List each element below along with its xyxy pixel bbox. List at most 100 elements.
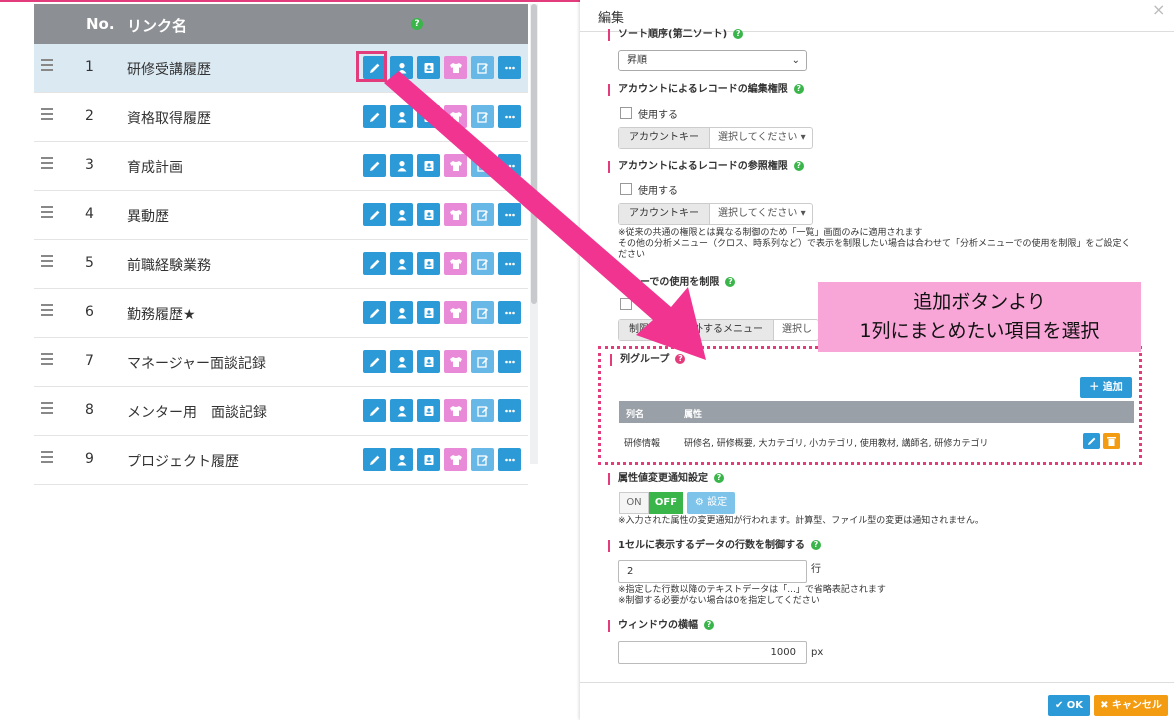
close-icon[interactable]: ×: [1152, 0, 1165, 19]
toggle-on[interactable]: ON: [619, 492, 649, 514]
menu-limit-select-value[interactable]: 選択し: [774, 320, 818, 340]
id-card-icon[interactable]: [417, 252, 440, 275]
table-row[interactable]: 5 前職経験業務: [34, 240, 528, 289]
drag-handle-icon[interactable]: [41, 157, 53, 172]
drag-handle-icon[interactable]: [41, 451, 53, 466]
id-card-icon[interactable]: [417, 56, 440, 79]
notify-settings-button[interactable]: ⚙ 設定: [687, 492, 735, 514]
id-card-icon[interactable]: [417, 105, 440, 128]
shirt-icon[interactable]: [444, 203, 467, 226]
table-row[interactable]: 7 マネージャー面談記録: [34, 338, 528, 387]
menu-limit-select[interactable]: 制限の対 外するメニュー 選択し: [618, 319, 819, 341]
menu-limit-checkbox[interactable]: [620, 298, 638, 312]
drag-handle-icon[interactable]: [41, 304, 53, 319]
edit-note-icon[interactable]: [471, 399, 494, 422]
account-key-select[interactable]: 選択してください ▾: [710, 204, 812, 224]
checkbox-box[interactable]: [620, 183, 632, 195]
toggle-off[interactable]: OFF: [649, 492, 683, 514]
edit-note-icon[interactable]: [471, 350, 494, 373]
edit-note-icon[interactable]: [471, 448, 494, 471]
drag-handle-icon[interactable]: [41, 206, 53, 221]
edit-icon[interactable]: [363, 448, 386, 471]
edit-note-icon[interactable]: [471, 203, 494, 226]
user-icon[interactable]: [390, 301, 413, 324]
edit-icon[interactable]: [363, 350, 386, 373]
notify-toggle[interactable]: ON OFF ⚙ 設定: [619, 492, 735, 514]
id-card-icon[interactable]: [417, 203, 440, 226]
table-row[interactable]: 8 メンター用 面談記録: [34, 387, 528, 436]
id-card-icon[interactable]: [417, 350, 440, 373]
more-icon[interactable]: [498, 350, 521, 373]
edit-icon[interactable]: [363, 399, 386, 422]
sort-order-select[interactable]: 昇順 ⌄: [618, 50, 807, 71]
id-card-icon[interactable]: [417, 301, 440, 324]
row-limit-input[interactable]: 2: [618, 560, 807, 583]
more-icon[interactable]: [498, 301, 521, 324]
id-card-icon[interactable]: [417, 448, 440, 471]
cancel-button[interactable]: ✖ キャンセル: [1094, 695, 1168, 716]
account-key-select[interactable]: 選択してください ▾: [710, 128, 812, 148]
help-icon[interactable]: ?: [411, 18, 423, 30]
user-icon[interactable]: [390, 203, 413, 226]
shirt-icon[interactable]: [444, 56, 467, 79]
view-perm-key-select[interactable]: アカウントキー 選択してください ▾: [618, 203, 813, 225]
shirt-icon[interactable]: [444, 154, 467, 177]
user-icon[interactable]: [390, 56, 413, 79]
edit-icon[interactable]: [363, 154, 386, 177]
shirt-icon[interactable]: [444, 301, 467, 324]
account-key-label: アカウントキー: [619, 204, 710, 224]
user-icon[interactable]: [390, 105, 413, 128]
table-row[interactable]: 9 プロジェクト履歴: [34, 436, 528, 485]
table-row[interactable]: 2 資格取得履歴: [34, 93, 528, 142]
add-button[interactable]: ＋ 追加: [1080, 377, 1132, 398]
view-perm-checkbox[interactable]: 使用する: [620, 182, 678, 197]
shirt-icon[interactable]: [444, 399, 467, 422]
edit-note-icon[interactable]: [471, 301, 494, 324]
drag-handle-icon[interactable]: [41, 255, 53, 270]
edit-icon[interactable]: [363, 252, 386, 275]
id-card-icon[interactable]: [417, 399, 440, 422]
edit-note-icon[interactable]: [471, 105, 494, 128]
user-icon[interactable]: [390, 399, 413, 422]
more-icon[interactable]: [498, 154, 521, 177]
shirt-icon[interactable]: [444, 448, 467, 471]
trash-icon[interactable]: [1103, 433, 1120, 449]
drag-handle-icon[interactable]: [41, 353, 53, 368]
table-row[interactable]: 3 育成計画: [34, 142, 528, 191]
user-icon[interactable]: [390, 448, 413, 471]
edit-perm-key-select[interactable]: アカウントキー 選択してください ▾: [618, 127, 813, 149]
checkbox-box[interactable]: [620, 107, 632, 119]
edit-icon[interactable]: [1083, 433, 1100, 449]
edit-note-icon[interactable]: [471, 252, 494, 275]
table-row[interactable]: 6 勤務履歴★: [34, 289, 528, 338]
user-icon[interactable]: [390, 252, 413, 275]
scrollbar-thumb[interactable]: [531, 4, 537, 304]
more-icon[interactable]: [498, 203, 521, 226]
shirt-icon[interactable]: [444, 350, 467, 373]
checkbox-box[interactable]: [620, 298, 632, 310]
user-icon[interactable]: [390, 350, 413, 373]
more-icon[interactable]: [498, 448, 521, 471]
shirt-icon[interactable]: [444, 105, 467, 128]
window-width-input[interactable]: 1000: [618, 641, 807, 664]
drag-handle-icon[interactable]: [41, 402, 53, 417]
edit-icon[interactable]: [363, 301, 386, 324]
more-icon[interactable]: [498, 56, 521, 79]
edit-icon[interactable]: [363, 105, 386, 128]
more-icon[interactable]: [498, 399, 521, 422]
more-icon[interactable]: [498, 105, 521, 128]
drag-handle-icon[interactable]: [41, 59, 53, 74]
table-scrollbar[interactable]: [530, 4, 538, 464]
table-row[interactable]: 4 異動歴: [34, 191, 528, 240]
ok-button[interactable]: ✔ OK: [1048, 695, 1090, 716]
more-icon[interactable]: [498, 252, 521, 275]
edit-note-icon[interactable]: [471, 56, 494, 79]
user-icon[interactable]: [390, 154, 413, 177]
drag-handle-icon[interactable]: [41, 108, 53, 123]
edit-icon[interactable]: [363, 203, 386, 226]
shirt-icon[interactable]: [444, 252, 467, 275]
edit-note-icon[interactable]: [471, 154, 494, 177]
id-card-icon[interactable]: [417, 154, 440, 177]
edit-perm-checkbox[interactable]: 使用する: [620, 106, 678, 121]
table-row[interactable]: 1 研修受講履歴: [34, 44, 528, 93]
